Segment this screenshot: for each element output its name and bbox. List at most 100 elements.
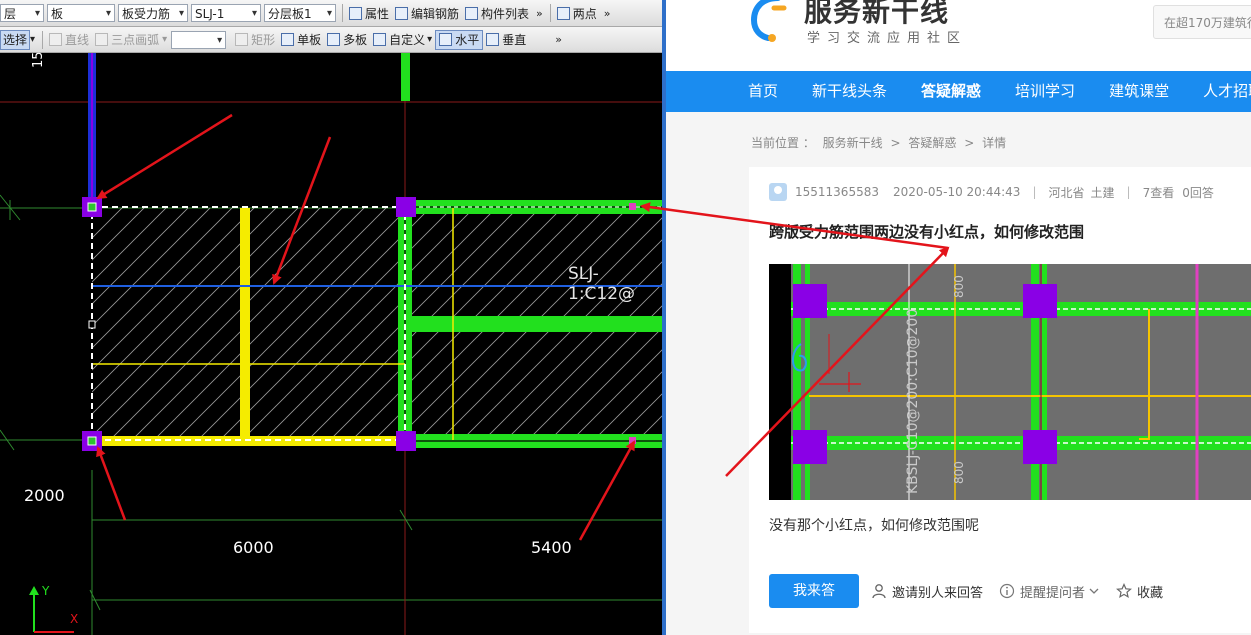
breadcrumb-current: 详情 (982, 136, 1007, 150)
rectangle-button[interactable]: 矩形 (232, 30, 278, 50)
layer-select[interactable]: 层 (0, 4, 44, 23)
properties-button[interactable]: 属性 (346, 3, 392, 23)
line-label: 直线 (65, 33, 90, 47)
favorite-button[interactable]: 收藏 (1116, 582, 1163, 601)
cad-toolbar-1: 层 板 板受力筋 SLJ-1 分层板1 属性 编辑钢筋 构件列表 » 两点 » (0, 0, 662, 27)
slab-layer-select[interactable]: 分层板1 (264, 4, 336, 23)
toolbar-separator (549, 4, 551, 22)
question-card: 15511365583 2020-05-10 20:44:43 | 河北省 土建… (749, 167, 1251, 633)
toolbar-overflow-icon[interactable]: » (604, 7, 611, 20)
arc-label: 三点画弧 (111, 33, 160, 47)
arc-mode-select[interactable] (171, 30, 227, 50)
image-dim-b: 800 (952, 461, 966, 484)
toolbar-overflow-icon[interactable]: » (536, 7, 543, 20)
breadcrumb-separator: > (890, 136, 901, 150)
question-datetime: 2020-05-10 20:44:43 (892, 185, 1021, 199)
nav-item-home[interactable]: 首页 (748, 71, 778, 112)
line-button[interactable]: 直线 (46, 30, 92, 50)
breadcrumb-prefix: 当前位置 ： (751, 136, 815, 150)
rebar-endpoint[interactable] (629, 437, 636, 444)
nav-item-qa[interactable]: 答疑解惑 (921, 71, 981, 112)
question-user[interactable]: 15511365583 (795, 185, 879, 199)
rebar-type-select[interactable]: 板受力筋 (118, 4, 188, 23)
single-slab-button[interactable]: 单板 (278, 30, 324, 50)
person-icon (872, 584, 886, 599)
meta-separator: | (1126, 185, 1131, 199)
slab-layer-value: 分层板1 (268, 7, 312, 21)
cad-toolbar-2: 选择 ▾ 直线 三点画弧 ▾ 矩形 单板 多板 自定义▾ 水平 垂直 » (0, 27, 662, 53)
question-body: 没有那个小红点，如何修改范围呢 (769, 518, 979, 534)
question-actions: 我来答 邀请别人来回答 提醒提问者 收藏 (769, 574, 1179, 608)
nav-item-training[interactable]: 培训学习 (1015, 71, 1075, 112)
remind-label: 提醒提问者 (1020, 585, 1086, 601)
info-icon (999, 583, 1015, 599)
rebar-endpoint[interactable] (629, 203, 636, 210)
chevron-down-icon[interactable]: ▾ (30, 34, 35, 45)
site-logo-subtitle: 学习交流应用社区 (807, 31, 968, 46)
dimension-mid: 6000 (233, 538, 274, 557)
chevron-down-icon (1089, 588, 1099, 594)
component-type-select[interactable]: 板 (47, 4, 115, 23)
question-category: 土建 (1090, 185, 1115, 200)
multi-slab-button[interactable]: 多板 (324, 30, 370, 50)
favorite-label: 收藏 (1137, 585, 1164, 601)
custom-button[interactable]: 自定义 ▾ (370, 30, 435, 50)
component-name-value: SLJ-1 (195, 7, 225, 21)
invite-label: 邀请别人来回答 (892, 585, 984, 601)
question-image-drawing: KBSLJ-C10@200:C10@200 800 800 (769, 264, 1251, 500)
toolbar-separator (342, 4, 343, 22)
vertical-label: 垂直 (502, 33, 527, 47)
remind-button[interactable]: 提醒提问者 (999, 582, 1100, 601)
nav-item-headlines[interactable]: 新干线头条 (812, 71, 887, 112)
nav-item-classroom[interactable]: 建筑课堂 (1109, 71, 1169, 112)
site-header: 服务新干线 学习交流应用社区 在超170万建筑行业 (666, 0, 1251, 71)
select-button[interactable]: 选择 (0, 29, 31, 50)
horizontal-button[interactable]: 水平 (435, 29, 484, 50)
yellow-beam (240, 208, 250, 440)
nav-item-jobs[interactable]: 人才招聘 (1203, 71, 1251, 112)
chevron-down-icon: ▾ (427, 34, 433, 45)
site-logo-title[interactable]: 服务新干线 (804, 0, 949, 30)
edit-rebar-button[interactable]: 编辑钢筋 (392, 3, 462, 23)
grip-point[interactable] (88, 320, 96, 329)
two-points-icon (556, 6, 570, 20)
single-slab-icon (281, 33, 295, 46)
two-points-label: 两点 (572, 6, 597, 21)
component-list-button[interactable]: 构件列表 (462, 3, 532, 23)
question-views: 7查看 (1142, 185, 1175, 200)
question-image[interactable]: KBSLJ-C10@200:C10@200 800 800 (769, 264, 1251, 500)
dimension-right: 5400 (531, 538, 572, 557)
vertical-button[interactable]: 垂直 (483, 30, 529, 50)
custom-label: 自定义 (389, 33, 426, 47)
edit-rebar-label: 编辑钢筋 (411, 6, 460, 21)
layer-select-value: 层 (4, 7, 17, 21)
site-logo-icon[interactable] (748, 0, 788, 44)
question-location: 河北省 (1048, 185, 1085, 200)
toolbar-overflow-icon[interactable]: » (555, 33, 562, 46)
invite-button[interactable]: 邀请别人来回答 (871, 582, 983, 601)
three-point-arc-button[interactable]: 三点画弧 (92, 30, 162, 50)
component-list-label: 构件列表 (481, 6, 530, 21)
multi-slab-label: 多板 (343, 33, 368, 47)
properties-icon (349, 6, 362, 20)
edit-rebar-icon (395, 6, 409, 20)
search-input[interactable]: 在超170万建筑行业 (1153, 5, 1251, 39)
grip-point[interactable] (87, 202, 97, 212)
browser-page: 服务新干线 学习交流应用社区 在超170万建筑行业 首页 新干线头条 答疑解惑 … (666, 0, 1251, 635)
component-name-select[interactable]: SLJ-1 (191, 4, 261, 23)
question-title: 跨版受力筋范围两边没有小红点，如何修改范围 (769, 223, 1085, 241)
rebar-type-value: 板受力筋 (122, 7, 171, 21)
grip-point[interactable] (87, 436, 97, 446)
ruler-text: 15 (31, 51, 46, 68)
chevron-down-icon[interactable]: ▾ (162, 34, 167, 45)
breadcrumb-qa[interactable]: 答疑解惑 (908, 136, 956, 150)
avatar[interactable] (769, 183, 787, 201)
breadcrumb-home[interactable]: 服务新干线 (823, 136, 883, 150)
two-points-button[interactable]: 两点 (554, 3, 600, 23)
answer-button[interactable]: 我来答 (769, 574, 859, 608)
list-icon (465, 6, 479, 20)
component-type-value: 板 (51, 7, 64, 21)
question-meta: 15511365583 2020-05-10 20:44:43 | 河北省 土建… (769, 183, 1214, 201)
image-rebar-text: KBSLJ-C10@200:C10@200 (905, 309, 921, 494)
line-icon (49, 33, 63, 46)
